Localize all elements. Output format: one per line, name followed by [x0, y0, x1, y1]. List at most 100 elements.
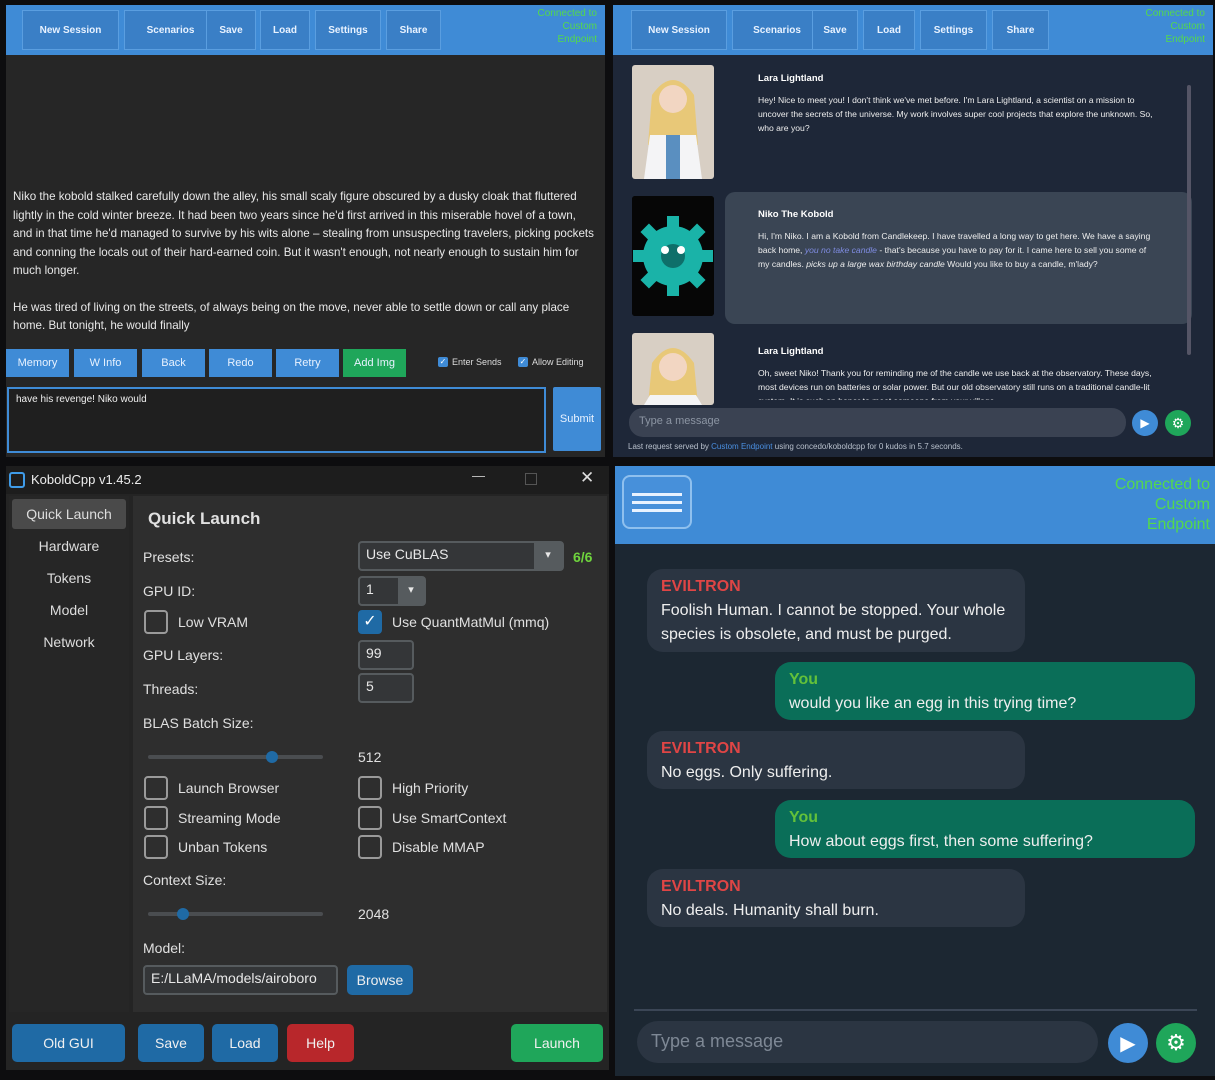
- scenarios-button[interactable]: Scenarios: [732, 10, 822, 50]
- message-text-part: Would you like to buy a candle, m'lady?: [944, 259, 1098, 269]
- presets-count: 6/6: [573, 549, 593, 565]
- sidebar-item-tokens[interactable]: Tokens: [12, 563, 126, 593]
- chevron-down-icon[interactable]: ▾: [534, 543, 562, 569]
- world-info-button[interactable]: W Info: [74, 349, 137, 377]
- save-button[interactable]: Save: [206, 10, 256, 50]
- top-nav-bar: New Session Scenarios Save Load Settings…: [6, 5, 605, 55]
- message-input[interactable]: Type a message: [629, 408, 1126, 437]
- footer-text: Last request served by: [628, 442, 712, 451]
- high-priority-checkbox[interactable]: [358, 776, 382, 800]
- new-session-button[interactable]: New Session: [631, 10, 727, 50]
- load-button[interactable]: Load: [863, 10, 915, 50]
- message-text-action: picks up a large wax birthday candle: [806, 259, 945, 269]
- launch-button[interactable]: Launch: [511, 1024, 603, 1062]
- settings-sidebar: Quick Launch Hardware Tokens Model Netwo…: [9, 496, 129, 1012]
- message-author: You: [789, 671, 819, 688]
- connection-status: Connected to Custom Endpoint: [538, 7, 598, 46]
- save-button[interactable]: Save: [812, 10, 858, 50]
- context-size-slider[interactable]: [148, 912, 323, 916]
- threads-input[interactable]: 5: [358, 673, 414, 703]
- message-text: Hi, I'm Niko. I am a Kobold from Candlek…: [758, 229, 1153, 271]
- browse-button[interactable]: Browse: [347, 965, 413, 995]
- message-text: How about eggs first, then some sufferin…: [789, 833, 1093, 850]
- scrollbar[interactable]: [1187, 85, 1191, 355]
- gear-icon[interactable]: ⚙: [1165, 410, 1191, 436]
- footer-endpoint-link[interactable]: Custom Endpoint: [711, 442, 772, 451]
- gpu-layers-input[interactable]: 99: [358, 640, 414, 670]
- quick-launch-content: Quick Launch Presets: Use CuBLAS ▾ 6/6 G…: [133, 496, 607, 1012]
- back-button[interactable]: Back: [142, 349, 205, 377]
- redo-button[interactable]: Redo: [209, 349, 272, 377]
- connection-line: Custom: [562, 21, 597, 32]
- launch-browser-label: Launch Browser: [178, 780, 280, 796]
- context-size-value: 2048: [358, 906, 390, 922]
- settings-button[interactable]: Settings: [315, 10, 381, 50]
- minimize-icon[interactable]: —: [472, 468, 485, 483]
- blas-batch-slider[interactable]: [148, 755, 323, 759]
- smart-context-label: Use SmartContext: [392, 810, 507, 826]
- story-text: Niko the kobold stalked carefully down t…: [13, 188, 598, 354]
- load-config-button[interactable]: Load: [212, 1024, 278, 1062]
- kobold-avatar: [632, 196, 714, 316]
- checkbox-checked-icon[interactable]: ✓: [438, 357, 448, 367]
- launch-browser-checkbox[interactable]: [144, 776, 168, 800]
- gpu-id-value: 1: [366, 581, 374, 597]
- submit-button[interactable]: Submit: [553, 387, 601, 451]
- smart-context-checkbox[interactable]: [358, 806, 382, 830]
- connection-line: Connected to: [537, 8, 598, 19]
- sidebar-item-quick-launch[interactable]: Quick Launch: [12, 499, 126, 529]
- connection-line: Custom: [1154, 496, 1210, 513]
- sidebar-item-hardware[interactable]: Hardware: [12, 531, 126, 561]
- streaming-mode-checkbox[interactable]: [144, 806, 168, 830]
- send-icon[interactable]: ▶: [1132, 410, 1158, 436]
- memory-button[interactable]: Memory: [6, 349, 69, 377]
- context-slider-handle[interactable]: [177, 908, 189, 920]
- hamburger-menu-icon[interactable]: [622, 475, 692, 529]
- unban-tokens-checkbox[interactable]: [144, 835, 168, 859]
- new-session-button[interactable]: New Session: [22, 10, 119, 50]
- old-gui-button[interactable]: Old GUI: [12, 1024, 125, 1062]
- help-button[interactable]: Help: [287, 1024, 354, 1062]
- checkbox-checked-icon[interactable]: ✓: [518, 357, 528, 367]
- message-input[interactable]: Type a message: [637, 1021, 1098, 1063]
- message-text: No deals. Humanity shall burn.: [661, 902, 879, 919]
- gear-icon[interactable]: ⚙: [1156, 1023, 1196, 1063]
- presets-dropdown[interactable]: Use CuBLAS ▾: [358, 541, 564, 571]
- model-path-input[interactable]: E:/LLaMA/models/airoboro: [143, 965, 338, 995]
- add-image-button[interactable]: Add Img: [343, 349, 406, 377]
- unban-tokens-label: Unban Tokens: [178, 839, 268, 855]
- gpu-id-dropdown[interactable]: 1 ▾: [358, 576, 426, 606]
- share-button[interactable]: Share: [992, 10, 1049, 50]
- low-vram-checkbox[interactable]: [144, 610, 168, 634]
- presets-value: Use CuBLAS: [366, 546, 449, 562]
- story-paragraph: He was tired of living on the streets, o…: [13, 300, 570, 333]
- load-button[interactable]: Load: [260, 10, 310, 50]
- share-button[interactable]: Share: [386, 10, 441, 50]
- settings-button[interactable]: Settings: [920, 10, 987, 50]
- connection-line: Endpoint: [557, 34, 597, 45]
- koboldcpp-launcher-window: KoboldCpp v1.45.2 — ✕ Quick Launch Hardw…: [6, 466, 609, 1070]
- enter-sends-toggle[interactable]: ✓ Enter Sends: [438, 350, 502, 374]
- message-text: Foolish Human. I cannot be stopped. Your…: [661, 602, 1006, 643]
- messenger-mode-panel: Connected to Custom Endpoint EVILTRON Fo…: [615, 466, 1215, 1076]
- lara-avatar: [632, 65, 714, 179]
- close-icon[interactable]: ✕: [580, 468, 594, 488]
- retry-button[interactable]: Retry: [276, 349, 339, 377]
- sidebar-item-network[interactable]: Network: [12, 627, 126, 657]
- story-input[interactable]: have his revenge! Niko would: [7, 387, 546, 453]
- low-vram-label: Low VRAM: [178, 614, 249, 630]
- blas-slider-handle[interactable]: [266, 751, 278, 763]
- user-message-bubble: You How about eggs first, then some suff…: [775, 800, 1195, 858]
- scenarios-button[interactable]: Scenarios: [124, 10, 217, 50]
- quantmatmul-checkbox[interactable]: ✓: [358, 610, 382, 634]
- allow-editing-toggle[interactable]: ✓ Allow Editing: [518, 350, 584, 374]
- gpu-id-label: GPU ID:: [143, 583, 196, 599]
- disable-mmap-checkbox[interactable]: [358, 835, 382, 859]
- maximize-icon[interactable]: [525, 473, 537, 485]
- save-config-button[interactable]: Save: [138, 1024, 204, 1062]
- blas-batch-value: 512: [358, 749, 382, 765]
- connection-line: Connected to: [1114, 476, 1210, 493]
- sidebar-item-model[interactable]: Model: [12, 595, 126, 625]
- chevron-down-icon[interactable]: ▾: [398, 578, 424, 604]
- send-icon[interactable]: ▶: [1108, 1023, 1148, 1063]
